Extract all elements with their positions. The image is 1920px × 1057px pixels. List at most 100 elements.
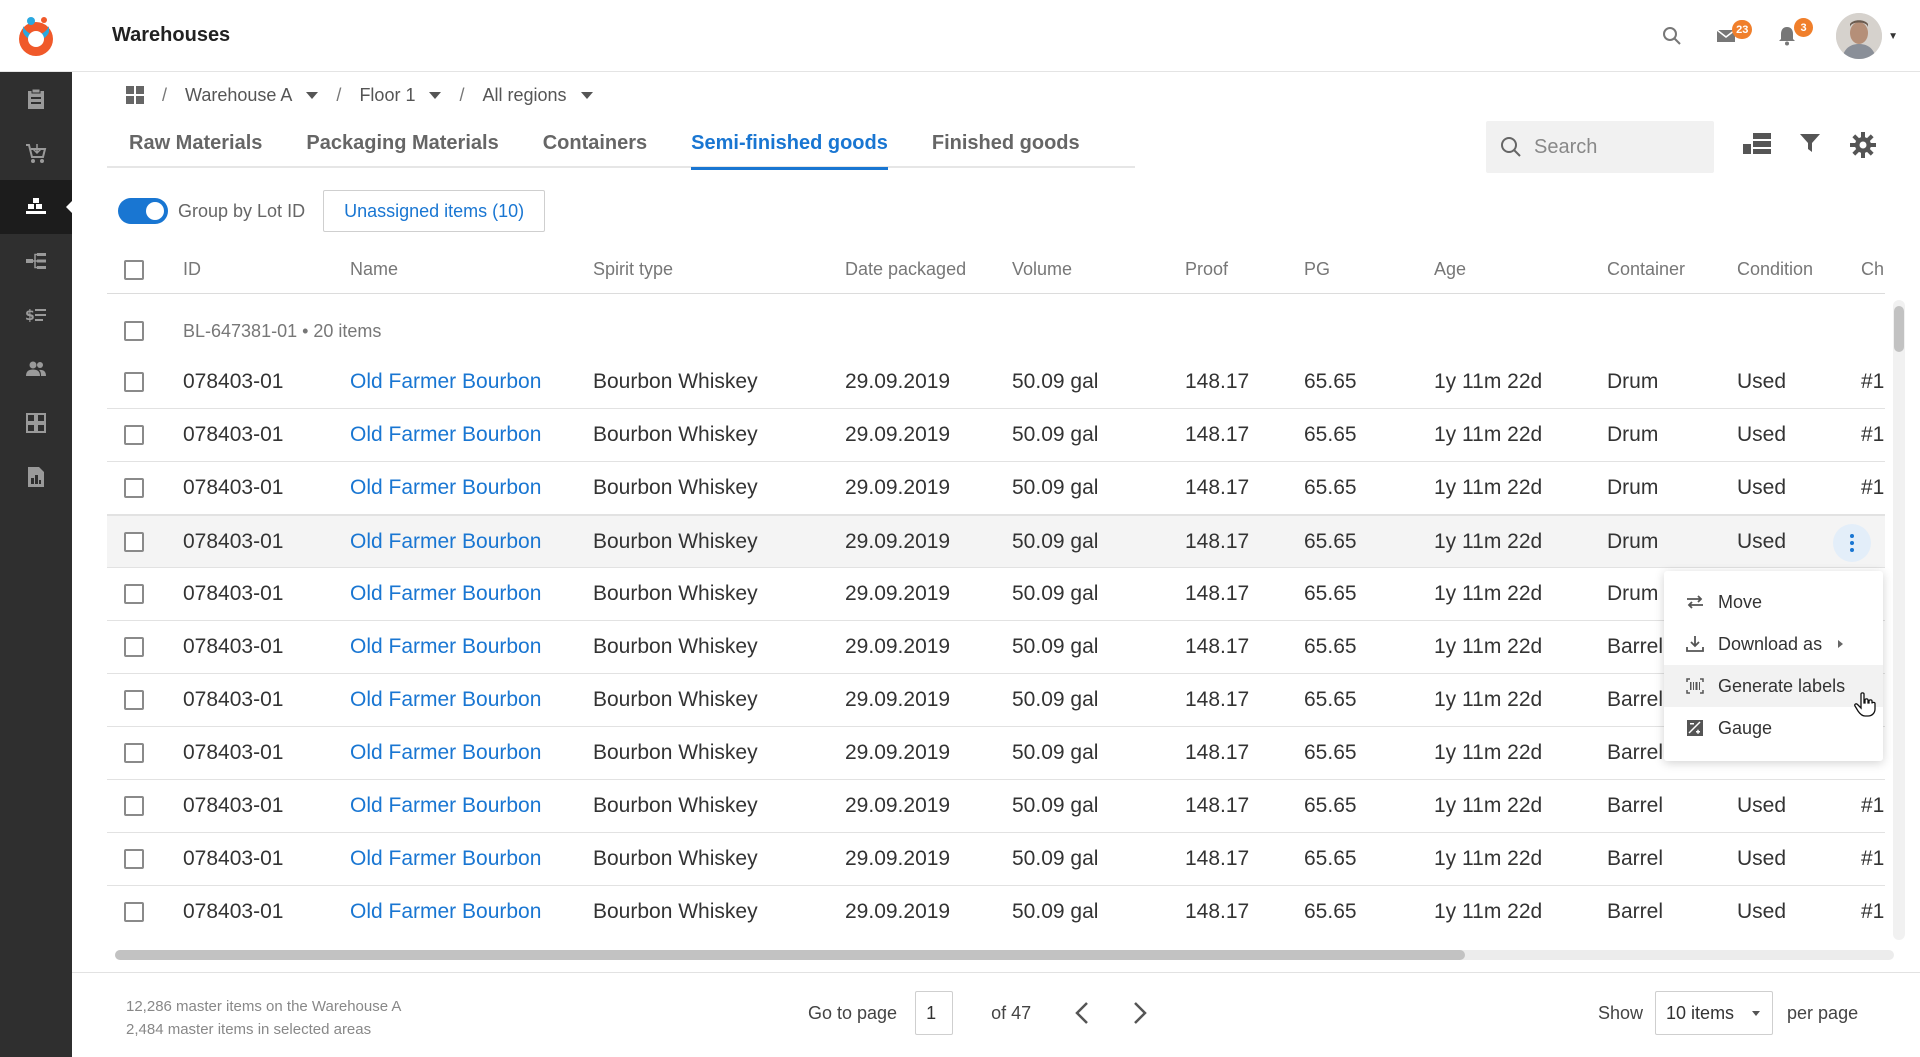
row-checkbox[interactable]: [124, 796, 144, 816]
table-row[interactable]: 078403-01 Old Farmer Bourbon Bourbon Whisk…: [107, 833, 1885, 886]
lot-group-row: BL-647381-01 • 20 items: [107, 306, 1885, 356]
table-row[interactable]: 078403-01 Old Farmer Bourbon Bourbon Whisk…: [107, 727, 1885, 780]
table-row[interactable]: 078403-01 Old Farmer Bourbon Bourbon Whisk…: [107, 356, 1885, 409]
menu-item-move[interactable]: Move: [1664, 581, 1883, 623]
tab-packaging-materials[interactable]: Packaging Materials: [284, 120, 520, 168]
table-row[interactable]: 078403-01 Old Farmer Bourbon Bourbon Whisk…: [107, 674, 1885, 727]
sidebar-item-dashboard[interactable]: [0, 396, 72, 450]
group-by-lot-toggle[interactable]: [118, 198, 168, 224]
table-row[interactable]: 078403-01 Old Farmer Bourbon Bourbon Whisk…: [107, 780, 1885, 833]
column-header-date-packaged[interactable]: Date packaged: [845, 246, 966, 293]
breadcrumb-floor-select[interactable]: Floor 1: [359, 84, 442, 106]
column-header-ch[interactable]: Ch: [1861, 246, 1884, 293]
row-checkbox[interactable]: [124, 902, 144, 922]
tab-containers[interactable]: Containers: [521, 120, 669, 168]
vertical-scrollbar[interactable]: [1893, 300, 1905, 940]
row-checkbox[interactable]: [124, 531, 144, 552]
cell-condition: Used: [1737, 900, 1787, 923]
table-row[interactable]: 078403-01 Old Farmer Bourbon Bourbon Whisk…: [107, 621, 1885, 674]
sidebar-item-orders[interactable]: [0, 72, 72, 126]
column-header-id[interactable]: ID: [183, 246, 201, 293]
column-header-pg[interactable]: PG: [1304, 246, 1330, 293]
cell-condition: Used: [1737, 370, 1787, 393]
breadcrumb-region-select[interactable]: All regions: [482, 85, 593, 106]
user-menu[interactable]: ▼: [1836, 13, 1898, 59]
column-header-age[interactable]: Age: [1434, 246, 1466, 293]
group-checkbox[interactable]: [124, 321, 144, 341]
column-header-volume[interactable]: Volume: [1012, 246, 1072, 293]
cell-name[interactable]: Old Farmer Bourbon: [350, 833, 541, 885]
row-checkbox[interactable]: [124, 372, 144, 392]
table-row[interactable]: 078403-01 Old Farmer Bourbon Bourbon Whisk…: [107, 515, 1885, 568]
vertical-scrollbar-thumb[interactable]: [1894, 306, 1904, 352]
app-logo[interactable]: [0, 0, 72, 72]
go-to-page-label: Go to page: [808, 1002, 898, 1023]
row-more-actions-button[interactable]: [1833, 524, 1871, 562]
menu-item-generate-labels[interactable]: Generate labels: [1664, 665, 1883, 707]
table-row[interactable]: 078403-01 Old Farmer Bourbon Bourbon Whisk…: [107, 886, 1885, 936]
tab-raw-materials[interactable]: Raw Materials: [107, 120, 284, 168]
row-checkbox-cell: [124, 780, 144, 832]
row-checkbox[interactable]: [124, 637, 144, 657]
column-header-container[interactable]: Container: [1607, 246, 1685, 293]
table-header: ID Name Spirit type Date packaged Volume…: [107, 246, 1885, 294]
messages-button[interactable]: 23: [1716, 20, 1753, 44]
row-checkbox[interactable]: [124, 849, 144, 869]
cell-name[interactable]: Old Farmer Bourbon: [350, 516, 541, 567]
cell-name[interactable]: Old Farmer Bourbon: [350, 727, 541, 779]
cell-name[interactable]: Old Farmer Bourbon: [350, 356, 541, 408]
notifications-button[interactable]: 3: [1778, 18, 1814, 46]
row-checkbox[interactable]: [124, 425, 144, 445]
row-checkbox[interactable]: [124, 690, 144, 710]
breadcrumb-warehouse-select[interactable]: Warehouse A: [185, 85, 319, 106]
view-toggle-button[interactable]: [1743, 132, 1771, 161]
column-header-condition[interactable]: Condition: [1737, 246, 1813, 293]
search-input[interactable]: [1534, 135, 1694, 159]
table-row[interactable]: 078403-01 Old Farmer Bourbon Bourbon Whisk…: [107, 462, 1885, 515]
next-page-button[interactable]: [1133, 1001, 1147, 1025]
sidebar-item-warehouses[interactable]: [0, 180, 72, 234]
previous-page-button[interactable]: [1075, 1001, 1089, 1025]
global-search-button[interactable]: [1662, 26, 1682, 46]
filter-button[interactable]: [1799, 132, 1821, 159]
select-all-checkbox[interactable]: [124, 259, 144, 280]
row-checkbox[interactable]: [124, 478, 144, 498]
tab-finished-goods[interactable]: Finished goods: [910, 120, 1102, 168]
table-row[interactable]: 078403-01 Old Farmer Bourbon Bourbon Whisk…: [107, 568, 1885, 621]
row-checkbox-cell: [124, 674, 144, 726]
cell-name[interactable]: Old Farmer Bourbon: [350, 621, 541, 673]
breadcrumb-floor-label: Floor 1: [359, 84, 416, 105]
column-header-spirit-type[interactable]: Spirit type: [593, 246, 673, 293]
cell-volume: 50.09 gal: [1012, 635, 1099, 658]
sidebar-item-reports[interactable]: [0, 450, 72, 504]
settings-button[interactable]: [1850, 132, 1876, 163]
sidebar-item-production[interactable]: [0, 234, 72, 288]
column-header-name[interactable]: Name: [350, 246, 398, 293]
horizontal-scrollbar[interactable]: [115, 950, 1894, 960]
per-page-select[interactable]: 10 items: [1655, 991, 1774, 1035]
cell-name[interactable]: Old Farmer Bourbon: [350, 780, 541, 832]
tab-semi-finished-goods[interactable]: Semi-finished goods: [669, 120, 910, 170]
sidebar-item-contacts[interactable]: [0, 342, 72, 396]
sidebar-item-purchases[interactable]: [0, 126, 72, 180]
table-row[interactable]: 078403-01 Old Farmer Bourbon Bourbon Whisk…: [107, 409, 1885, 462]
apps-grid-button[interactable]: [126, 86, 144, 104]
barcode-icon: [1686, 677, 1704, 695]
row-checkbox[interactable]: [124, 743, 144, 763]
cell-name[interactable]: Old Farmer Bourbon: [350, 462, 541, 514]
horizontal-scrollbar-thumb[interactable]: [115, 950, 1465, 960]
sidebar-item-sales[interactable]: $: [0, 288, 72, 342]
page-number-input[interactable]: 1: [915, 991, 954, 1035]
cell-container: Barrel: [1607, 847, 1664, 870]
menu-item-gauge[interactable]: Gauge: [1664, 707, 1883, 749]
row-checkbox[interactable]: [124, 584, 144, 604]
cell-age: 1y 11m 22d: [1434, 529, 1543, 553]
cell-name[interactable]: Old Farmer Bourbon: [350, 409, 541, 461]
column-header-proof[interactable]: Proof: [1185, 246, 1228, 293]
cell-name[interactable]: Old Farmer Bourbon: [350, 674, 541, 726]
cell-name[interactable]: Old Farmer Bourbon: [350, 568, 541, 620]
unassigned-items-button[interactable]: Unassigned items (10): [323, 190, 546, 232]
cell-name[interactable]: Old Farmer Bourbon: [350, 886, 541, 936]
menu-item-download-as[interactable]: Download as: [1664, 623, 1883, 665]
cell-pg: 65.65: [1304, 476, 1357, 499]
